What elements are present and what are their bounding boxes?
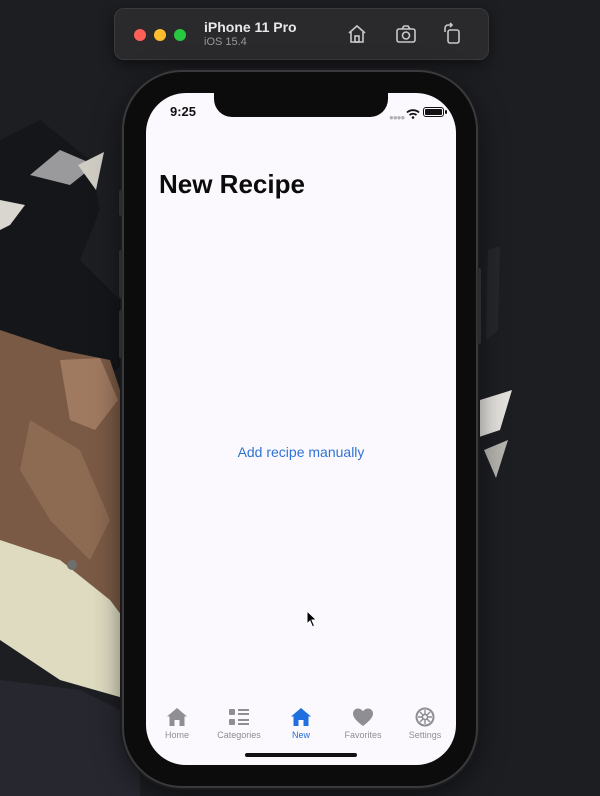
volume-up-button [119, 250, 123, 298]
mouse-cursor-icon [306, 609, 318, 633]
rotate-icon[interactable] [441, 22, 465, 46]
tab-settings[interactable]: Settings [394, 707, 456, 740]
heart-icon [353, 708, 373, 726]
house-icon [291, 708, 311, 726]
gear-icon [415, 707, 435, 727]
tab-categories[interactable]: Categories [208, 707, 270, 740]
mute-switch [119, 190, 123, 216]
wifi-icon [406, 106, 420, 124]
tab-label: Home [164, 730, 189, 740]
tab-favorites[interactable]: Favorites [332, 707, 394, 740]
tab-label: Favorites [344, 730, 382, 740]
tab-label: New [291, 730, 310, 740]
tab-label: Settings [408, 730, 442, 740]
os-version: iOS 15.4 [204, 36, 247, 48]
list-icon [229, 709, 249, 725]
battery-icon [423, 107, 447, 117]
tab-home[interactable]: Home [146, 707, 208, 740]
page-title: New Recipe [159, 169, 305, 199]
screenshot-icon[interactable] [394, 22, 418, 46]
home-indicator [245, 753, 357, 757]
tab-label: Categories [217, 730, 261, 740]
home-icon[interactable] [345, 22, 369, 46]
volume-down-button [119, 310, 123, 358]
house-icon [167, 708, 187, 726]
notch [214, 93, 388, 117]
zoom-window-button[interactable] [174, 29, 186, 41]
simulator-toolbar: iPhone 11 Pro iOS 15.4 [114, 8, 489, 60]
cellular-signal-icon: ●●●● [389, 113, 405, 122]
device-name: iPhone 11 Pro [204, 19, 297, 35]
tab-new[interactable]: New [270, 707, 332, 740]
status-time: 9:25 [170, 104, 197, 119]
close-window-button[interactable] [134, 29, 146, 41]
side-button [477, 268, 481, 344]
add-recipe-manually-link[interactable]: Add recipe manually [146, 444, 456, 460]
app-screen: 9:25 ●●●● New Recipe Add recipe manually… [146, 93, 456, 765]
minimize-window-button[interactable] [154, 29, 166, 41]
